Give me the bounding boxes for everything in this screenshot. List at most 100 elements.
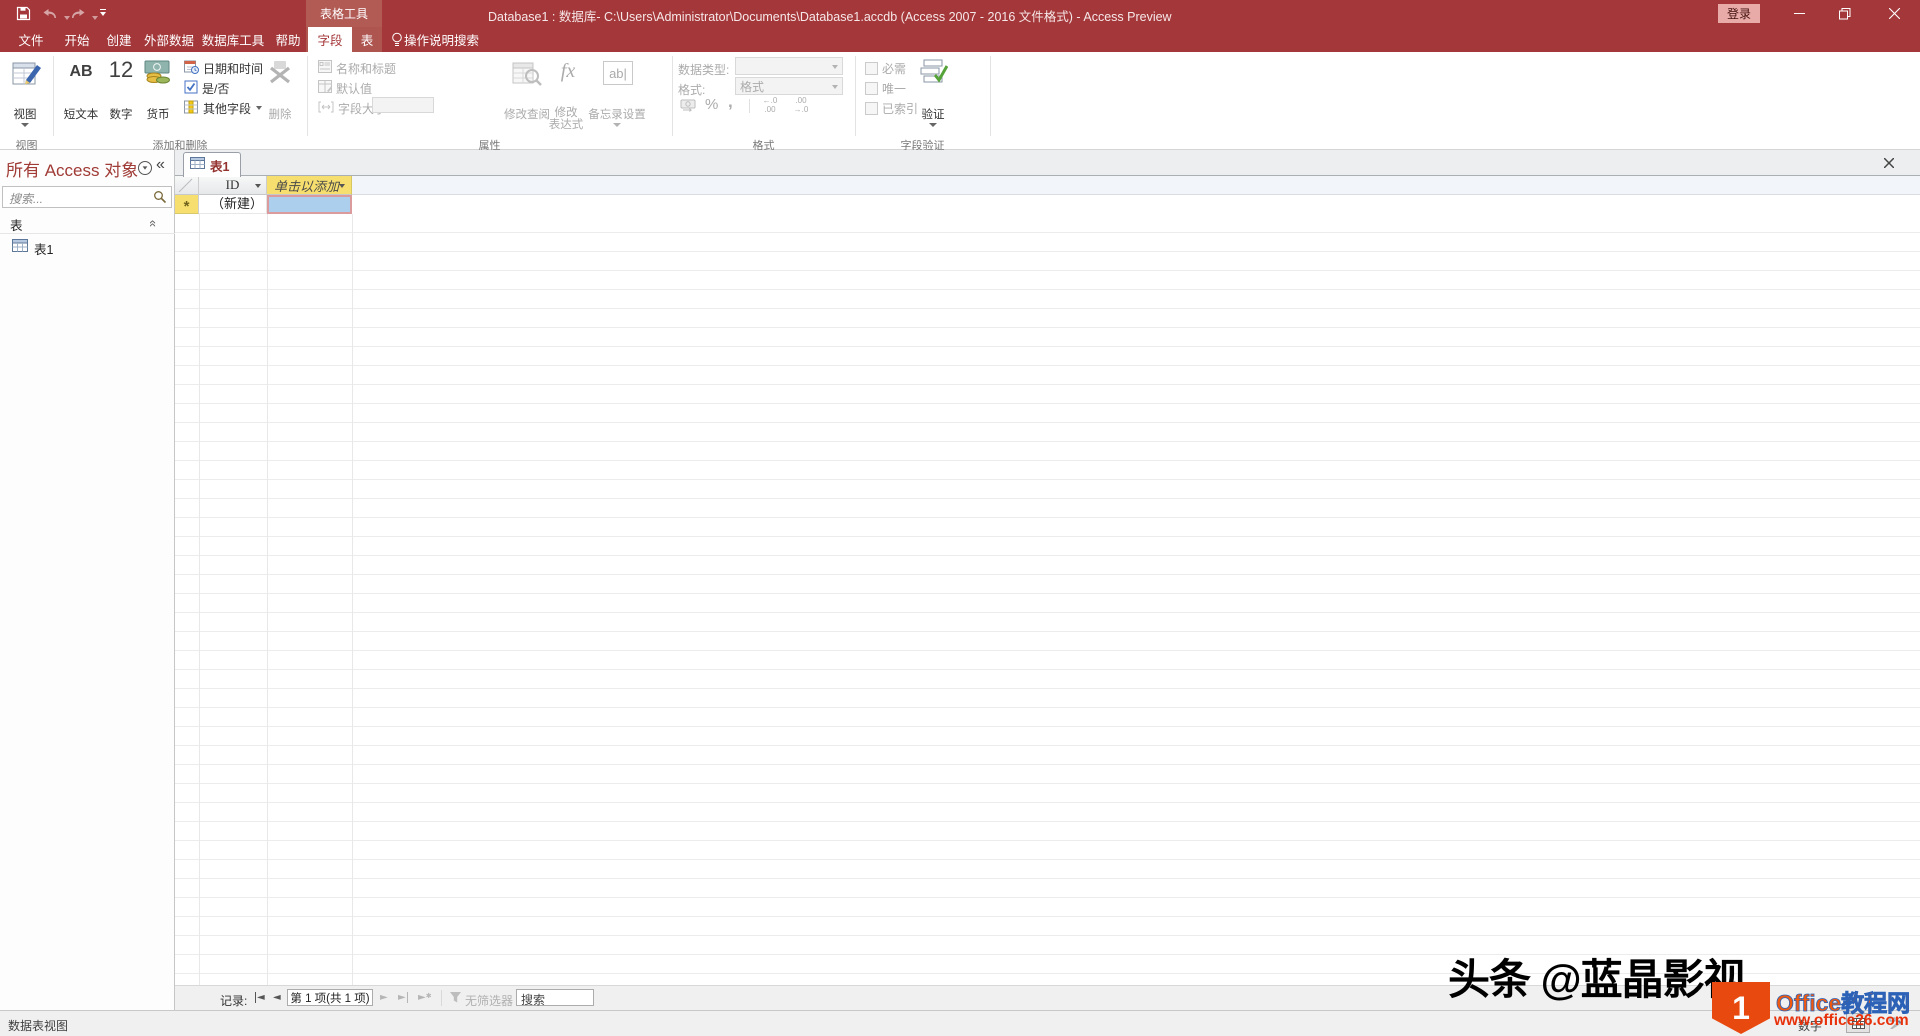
close-table-icon[interactable] [1880,154,1898,172]
apply-currency-icon[interactable] [680,98,698,117]
modify-expression-icon[interactable]: fx [552,60,584,83]
table-icon [12,239,28,257]
memo-settings-icon[interactable]: ab| [603,61,633,85]
validation-button[interactable]: 验证 [908,106,958,122]
data-type-label: 数据类型: [678,61,729,78]
column-header-add-field[interactable]: 单击以添加 [267,176,352,195]
validation-dropdown-icon[interactable] [929,123,937,127]
qat-customize-icon[interactable] [100,9,106,16]
tab-help[interactable]: 帮助 [268,27,308,52]
gridline [199,214,200,985]
first-record-button[interactable]: ◄ [255,992,265,1003]
field-size-input[interactable] [372,97,434,113]
required-checkbox[interactable]: 必需 [865,59,906,77]
name-caption-button[interactable]: 名称和标题 [318,59,396,77]
tab-file[interactable]: 文件 [8,27,54,52]
tab-table[interactable]: 表 [352,27,382,52]
no-filter-label[interactable]: 无筛选器 [465,992,513,1009]
tab-external-data[interactable]: 外部数据 [140,27,198,52]
column-filter-icon[interactable] [255,184,261,188]
tab-create[interactable]: 创建 [98,27,140,52]
view-name-label: 数据表视图 [8,1017,68,1034]
watermark-url: www.office26.com [1774,1012,1909,1030]
lightbulb-icon [391,32,403,53]
tell-me-search[interactable]: 操作说明搜索 [404,27,490,52]
restore-button[interactable] [1822,0,1868,27]
increase-decimals-icon[interactable]: ←.0 .00 [757,96,783,114]
memo-settings-button[interactable]: 备忘录设置 [585,106,649,122]
last-record-button[interactable]: ► [398,992,408,1003]
filter-icon [449,991,463,1010]
record-position-box[interactable]: 第 1 项(共 1 项) [287,989,373,1006]
name-caption-icon [318,60,332,76]
group-separator [672,56,673,136]
access-window: 表格工具 Database1 : 数据库- C:\Users\Administr… [0,0,1920,1036]
view-icon [12,60,42,93]
nav-section-tables[interactable]: 表 « [0,212,175,234]
short-text-button[interactable]: 短文本 [58,106,104,122]
percent-icon[interactable]: % [705,96,718,113]
unique-checkbox[interactable]: 唯一 [865,79,906,97]
record-label: 记录: [220,992,247,1009]
nav-menu-icon[interactable] [138,161,152,175]
redo-icon[interactable] [70,7,98,25]
tab-home[interactable]: 开始 [56,27,98,52]
shutter-close-icon[interactable]: « [156,156,165,174]
record-search-input[interactable]: 搜索 [516,989,594,1006]
more-fields-button[interactable]: 其他字段 [184,99,262,117]
collapse-section-icon[interactable]: « [146,220,161,227]
search-icon[interactable] [153,190,167,209]
select-all-cell[interactable] [175,176,199,195]
yes-no-button[interactable]: 是/否 [184,79,229,97]
mini-separator [441,990,442,1006]
checkbox-icon [865,102,878,115]
default-value-button[interactable]: 默认值 [318,79,372,97]
close-button[interactable] [1868,0,1920,27]
more-fields-icon [184,100,199,117]
save-icon[interactable] [16,6,31,26]
short-text-icon[interactable]: AB [58,60,104,84]
new-record-selector[interactable]: * [175,195,199,214]
mini-separator [749,99,750,113]
tab-database-tools[interactable]: 数据库工具 [198,27,268,52]
number-icon[interactable]: 12 [102,56,140,84]
cell-id-new[interactable]: （新建） [199,195,267,214]
document-tab-table1[interactable]: 表1 [183,152,241,177]
ribbon-tab-row: 文件 开始 创建 外部数据 数据库工具 帮助 字段 表 操作说明搜索 [0,27,1920,52]
document-tab-label: 表1 [210,156,229,175]
empty-grid[interactable] [175,214,1920,985]
data-type-select[interactable] [735,57,843,75]
minimize-button[interactable] [1776,0,1822,27]
previous-record-button[interactable]: ◄ [273,992,281,1003]
number-button[interactable]: 数字 [102,106,140,122]
delete-button[interactable]: 删除 [252,106,308,122]
cell-add-selected[interactable] [267,195,352,214]
tab-fields[interactable]: 字段 [308,27,352,52]
comma-icon[interactable]: , [728,92,733,112]
view-dropdown-icon[interactable] [21,123,29,127]
undo-icon[interactable] [42,7,70,25]
title-bar: 表格工具 Database1 : 数据库- C:\Users\Administr… [0,0,1920,27]
currency-icon[interactable] [144,59,172,90]
nav-search-box[interactable]: 搜索... [2,186,172,208]
context-tab-header: 表格工具 [306,0,382,27]
new-record-button[interactable]: ►✱ [418,992,432,1003]
group-separator [53,56,54,136]
view-button[interactable]: 视图 [0,106,50,122]
nav-item-table1[interactable]: 表1 [0,236,175,256]
date-time-button[interactable]: 日期和时间 [184,59,263,77]
status-bar: 数据表视图 数字 [0,1010,1920,1036]
column-dropdown-icon[interactable] [339,184,345,188]
column-header-id[interactable]: ID [199,176,267,195]
modify-expression-label2: 表达式 [543,116,589,132]
navigation-pane: 所有 Access 对象 « 搜索... 表 « 表1 [0,150,175,1010]
nav-pane-title: 所有 Access 对象 [6,156,136,181]
group-separator [990,56,991,136]
decrease-decimals-icon[interactable]: .00 →.0 [788,96,814,114]
format-select[interactable]: 格式 [735,77,843,95]
currency-button[interactable]: 货币 [138,106,178,122]
group-separator [307,56,308,136]
sign-in-button[interactable]: 登录 [1718,4,1760,23]
next-record-button[interactable]: ► [380,992,388,1003]
checkbox-icon [865,62,878,75]
